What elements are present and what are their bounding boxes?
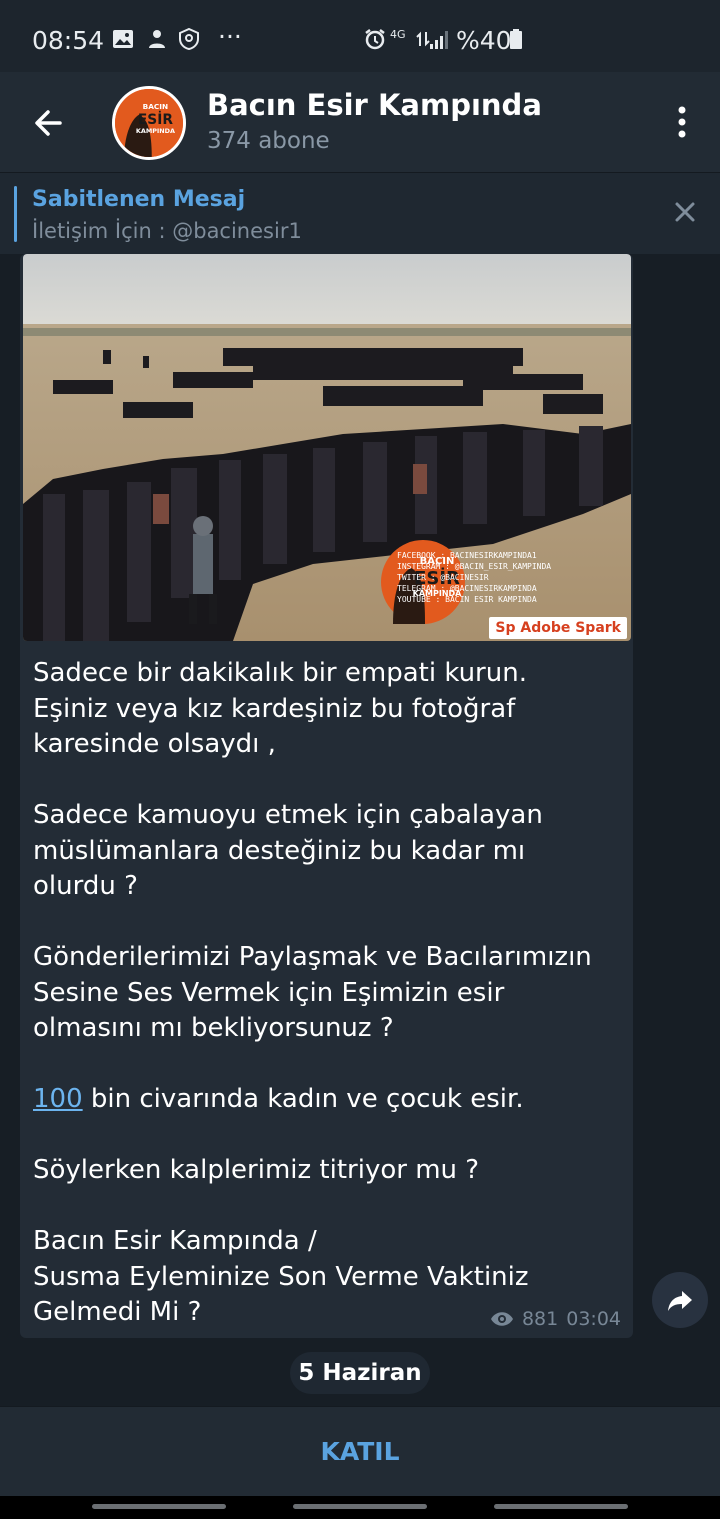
caption-line: FACEBOOK : BACINESIRKAMPINDA1 <box>397 551 537 560</box>
network-type: 4G <box>390 28 406 41</box>
text-line: Eşiniz veya kız kardeşiniz bu fotoğraf <box>33 693 516 724</box>
message-meta: 881 03:04 <box>490 1308 621 1330</box>
view-count: 881 <box>521 1308 559 1330</box>
alarm-icon <box>365 29 385 50</box>
pinned-title: Sabitlenen Mesaj <box>32 187 246 212</box>
nav-back[interactable] <box>494 1504 628 1509</box>
caption-line: TELEGRAM : @BACINESIRKAMPINDA <box>397 584 537 593</box>
text-line: Susma Eyleminize Son Verme Vaktiniz <box>33 1261 529 1292</box>
pinned-message[interactable]: Sabitlenen Mesaj İletişim İçin : @bacine… <box>0 172 720 254</box>
text-line: olurdu ? <box>33 871 138 901</box>
date-chip: 5 Haziran <box>290 1352 430 1394</box>
message-photo[interactable]: BACIN ESİR KAMPINDA FACEBOOK : BACINESIR… <box>23 254 631 641</box>
svg-text:KAMPINDA: KAMPINDA <box>136 127 175 135</box>
number-link[interactable]: 100 <box>33 1084 83 1114</box>
back-arrow-icon[interactable] <box>26 100 72 146</box>
status-time: 08:54 <box>32 26 105 55</box>
channel-title[interactable]: Bacın Esir Kampında <box>207 88 542 122</box>
subscriber-count: 374 abone <box>207 128 330 154</box>
adobe-spark-badge: Sp Adobe Spark <box>489 617 627 639</box>
close-icon[interactable] <box>670 197 700 227</box>
battery-icon <box>510 29 522 49</box>
text-line: Sadece kamuoyu etmek için çabalayan <box>33 800 543 830</box>
text-line: Sesine Ses Vermek için Eşimizin esir <box>33 977 505 1008</box>
message-bubble[interactable]: BACIN ESİR KAMPINDA FACEBOOK : BACINESIR… <box>20 254 633 1338</box>
message-time: 03:04 <box>566 1308 621 1330</box>
join-bar: KATIL <box>0 1406 720 1496</box>
channel-header: BACIN ESİR KAMPINDA Bacın Esir Kampında … <box>0 72 720 172</box>
svg-text:ESİR: ESİR <box>138 111 173 128</box>
nav-recents[interactable] <box>92 1504 226 1509</box>
link-rest-text: bin civarında kadın ve çocuk esir. <box>82 1084 524 1114</box>
paragraph-1: Sadece bir dakikalık bir empati kurun. E… <box>33 656 623 763</box>
caption-line: TWITER : @BACINESIR <box>397 573 489 582</box>
settings-person-icon <box>149 30 165 48</box>
share-button[interactable] <box>652 1272 708 1328</box>
paragraph-5: Söylerken kalplerimiz titriyor mu ? <box>33 1153 623 1189</box>
join-button[interactable]: KATIL <box>0 1407 720 1497</box>
more-vert-icon[interactable] <box>674 102 690 142</box>
channel-logo: BACIN ESİR KAMPINDA <box>115 89 183 157</box>
pinned-text: İletişim İçin : @bacinesir1 <box>32 219 302 243</box>
photo-social-caption: FACEBOOK : BACINESIRKAMPINDA1 INSTEGRAM … <box>397 550 627 605</box>
share-icon <box>668 1291 692 1311</box>
nav-home[interactable] <box>293 1504 427 1509</box>
text-line: Bacın Esir Kampında / <box>33 1226 317 1256</box>
paragraph-4: 100 bin civarında kadın ve çocuk esir. <box>33 1082 623 1118</box>
text-line: olmasını mı bekliyorsunuz ? <box>33 1013 394 1043</box>
text-line: karesinde olsaydı , <box>33 729 276 759</box>
caption-line: YOUTUBE : BACIN ESIR KAMPINDA <box>397 595 537 604</box>
shield-icon <box>179 28 199 50</box>
text-line: 100 bin civarında kadın ve çocuk esir. <box>33 1082 623 1118</box>
paragraph-3: Gönderilerimizi Paylaşmak ve Bacılarımız… <box>33 940 623 1047</box>
svg-text:BACIN: BACIN <box>143 102 169 111</box>
signal-icon <box>430 31 448 49</box>
gallery-icon <box>113 30 133 48</box>
message-text: Sadece bir dakikalık bir empati kurun. E… <box>33 656 623 1338</box>
battery-percent: %40 <box>456 26 512 55</box>
channel-avatar[interactable]: BACIN ESİR KAMPINDA <box>112 86 186 160</box>
status-more: ··· <box>218 22 242 51</box>
status-bar: 08:54 ··· 4G %40 <box>0 0 720 72</box>
pinned-accent-bar <box>14 186 17 242</box>
paragraph-2: Sadece kamuoyu etmek için çabalayan müsl… <box>33 798 623 905</box>
text-line: Söylerken kalplerimiz titriyor mu ? <box>33 1155 480 1185</box>
eye-icon <box>490 1312 513 1326</box>
caption-line: INSTEGRAM : @BACIN_ESIR_KAMPINDA <box>397 562 552 571</box>
text-line: müslümanlara desteğiniz bu kadar mı <box>33 835 526 866</box>
system-nav-bar <box>0 1496 720 1519</box>
text-line: Sadece bir dakikalık bir empati kurun. <box>33 658 527 688</box>
text-line: Gönderilerimizi Paylaşmak ve Bacılarımız… <box>33 942 592 972</box>
